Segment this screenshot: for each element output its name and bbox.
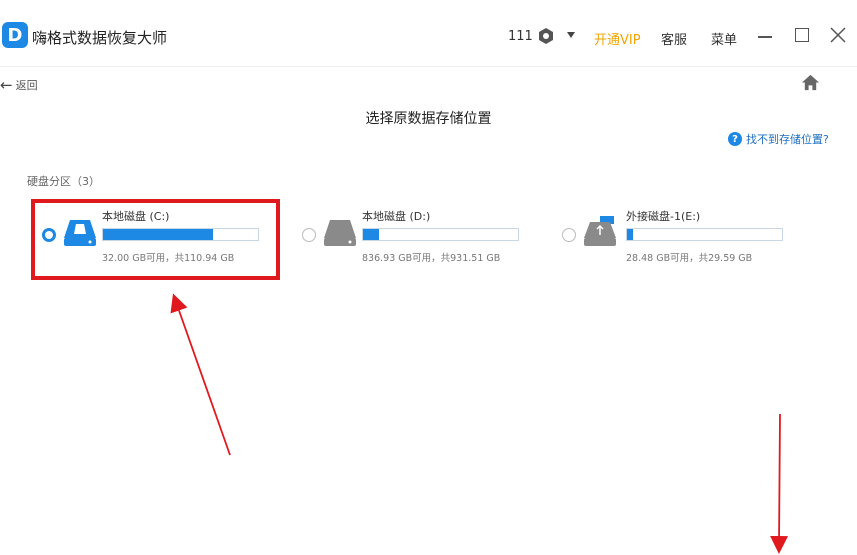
- app-title: 嗨格式数据恢复大师: [32, 29, 168, 47]
- back-label: 返回: [15, 79, 38, 92]
- hard-drive-icon: [324, 220, 356, 246]
- annotation-highlight-box: [31, 199, 280, 280]
- annotation-arrow-up: [170, 293, 231, 456]
- menu-button[interactable]: 菜单: [711, 29, 737, 48]
- drive-size-text: 28.48 GB可用，共29.59 GB: [626, 253, 753, 264]
- page-title: 选择原数据存储位置: [365, 111, 492, 127]
- maximize-icon[interactable]: [795, 28, 809, 42]
- help-label: 找不到存储位置?: [746, 133, 829, 146]
- drive-usage-fill: [627, 229, 633, 240]
- section-label: 硬盘分区（3）: [27, 175, 100, 188]
- user-count: 111: [508, 29, 533, 44]
- annotation-arrow-down: [770, 413, 789, 554]
- drive-radio-e[interactable]: [562, 228, 576, 242]
- home-icon[interactable]: [801, 73, 820, 92]
- vip-button[interactable]: 开通VIP: [594, 29, 641, 48]
- drive-usage-bar: [626, 228, 783, 241]
- help-icon: ?: [728, 132, 742, 146]
- drive-radio-d[interactable]: [302, 228, 316, 242]
- minimize-icon[interactable]: [758, 36, 772, 38]
- back-arrow-icon: ←: [0, 76, 13, 94]
- drive-card-d[interactable]: 本地磁盘 (D:) 836.93 GB可用，共931.51 GB: [300, 200, 530, 270]
- drive-name: 本地磁盘 (D:): [362, 210, 431, 223]
- chevron-down-icon[interactable]: [567, 32, 575, 38]
- title-bar: D 嗨格式数据恢复大师 111 开通VIP 客服 菜单: [0, 0, 857, 66]
- drive-name: 外接磁盘-1(E:): [626, 210, 701, 223]
- settings-hex-icon[interactable]: [537, 27, 555, 45]
- drive-usage-bar: [362, 228, 519, 241]
- help-link[interactable]: ? 找不到存储位置?: [728, 131, 829, 147]
- header-divider: [0, 66, 857, 67]
- app-logo: D: [2, 22, 28, 48]
- drive-card-e[interactable]: 外接磁盘-1(E:) 28.48 GB可用，共29.59 GB: [560, 200, 790, 270]
- close-icon[interactable]: [829, 26, 847, 44]
- drive-usage-fill: [363, 229, 379, 240]
- support-button[interactable]: 客服: [661, 29, 687, 48]
- drive-size-text: 836.93 GB可用，共931.51 GB: [362, 253, 501, 264]
- usb-drive-icon: [584, 216, 616, 246]
- back-button[interactable]: ← 返回: [0, 75, 38, 95]
